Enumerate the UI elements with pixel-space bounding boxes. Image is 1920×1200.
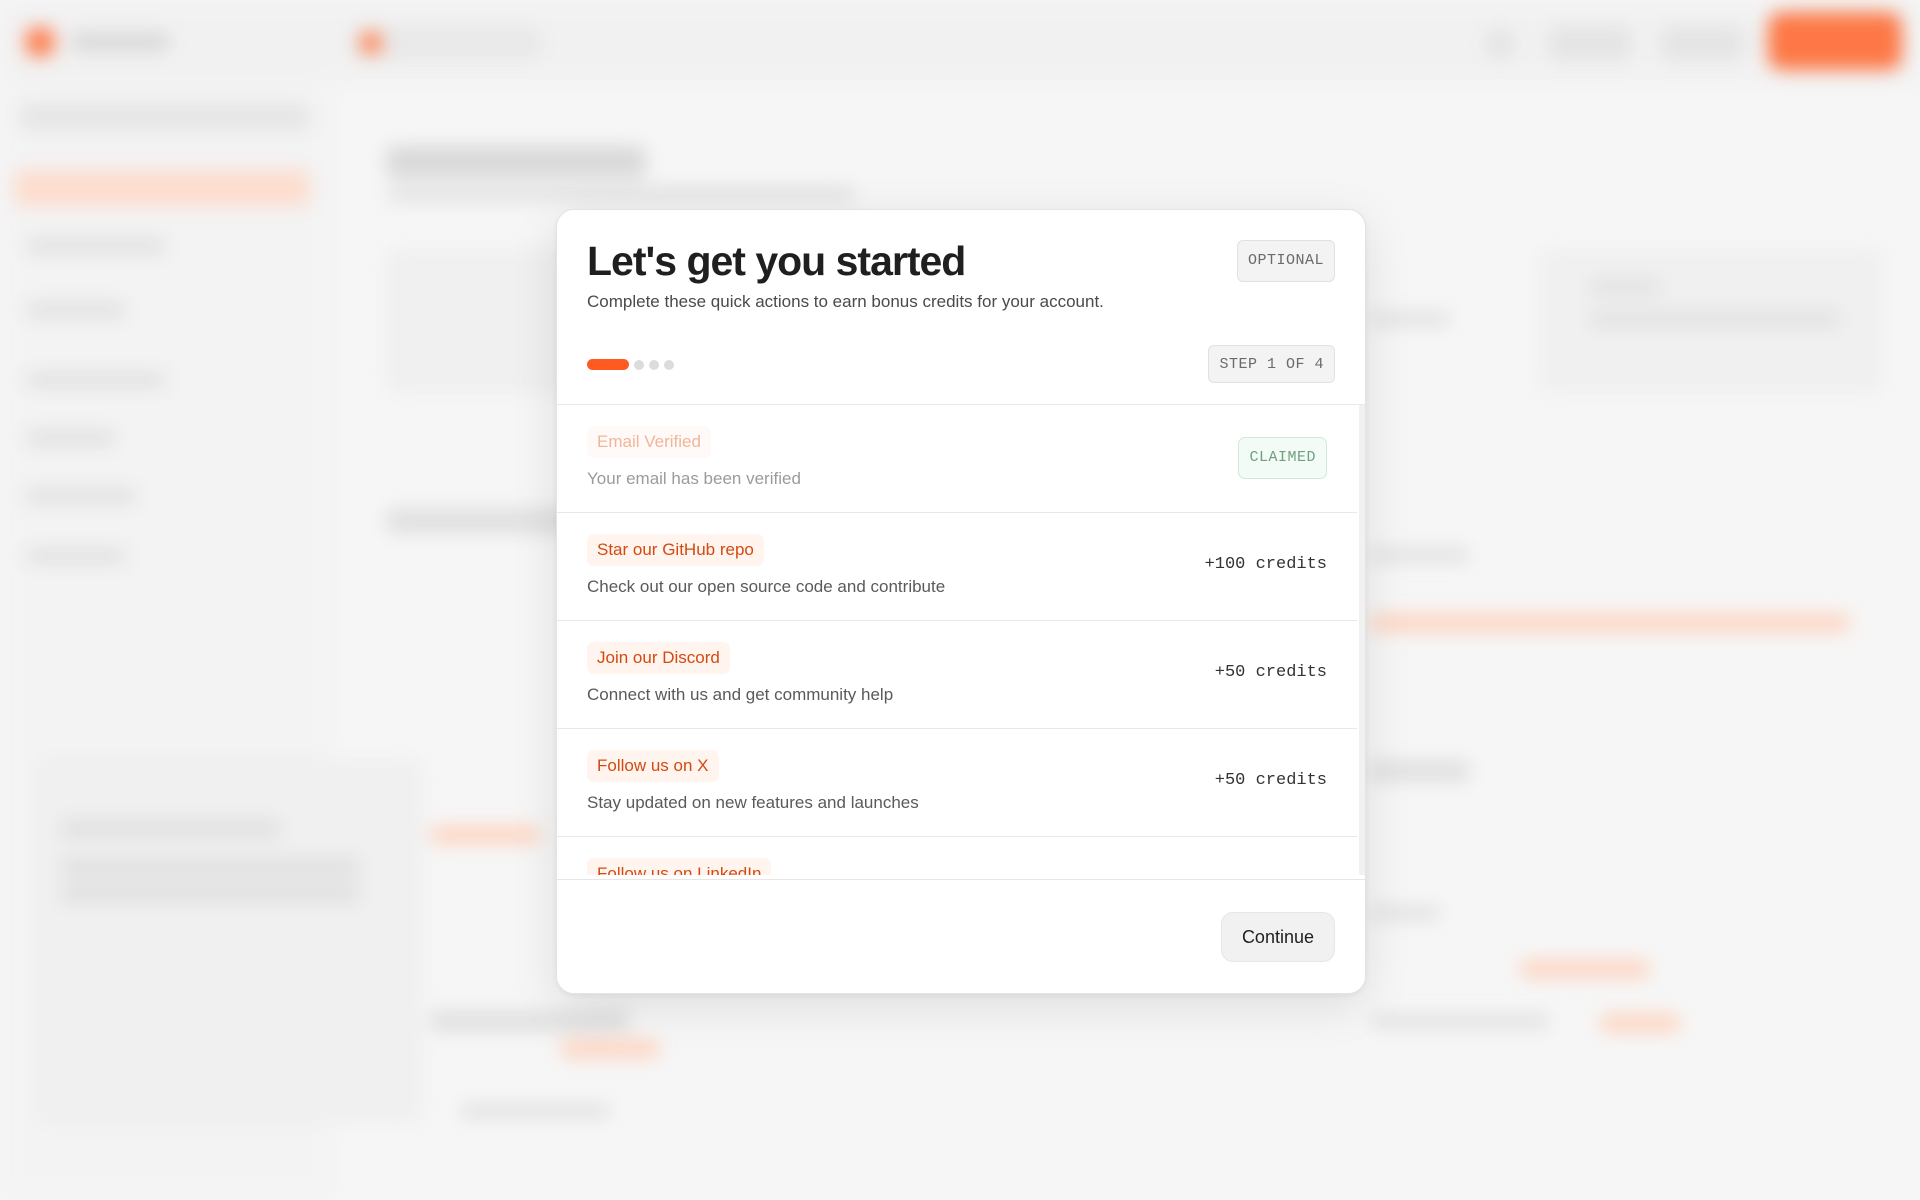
optional-badge: OPTIONAL: [1236, 240, 1335, 282]
background-top-button: [1548, 26, 1632, 60]
background-line: [1520, 960, 1650, 978]
background-line: [1370, 548, 1470, 562]
background-topbar: [0, 0, 1920, 83]
modal-subtitle: Complete these quick actions to earn bon…: [587, 292, 1104, 311]
background-sidebar-item: [26, 238, 166, 254]
task-title[interactable]: Star our GitHub repo: [587, 534, 764, 566]
task-description: Your email has been verified: [587, 469, 801, 488]
background-line: [1370, 906, 1440, 920]
background-line: [1370, 760, 1470, 782]
progress-dot: [664, 359, 674, 370]
background-top-button: [1660, 26, 1744, 60]
task-join-discord[interactable]: Join our Discord Connect with us and get…: [557, 621, 1357, 729]
background-line: [60, 884, 360, 902]
progress-dot-active: [587, 359, 629, 370]
task-list[interactable]: Email Verified Your email has been verif…: [557, 405, 1365, 875]
background-sidebar-search: [20, 104, 310, 130]
help-icon: [1484, 28, 1516, 60]
background-cta-button: [1768, 12, 1902, 70]
project-icon: [360, 32, 382, 54]
background-page-title: [386, 146, 646, 178]
task-email-verified: Email Verified Your email has been verif…: [557, 405, 1357, 513]
background-logo-text: [70, 32, 170, 52]
modal-header: Let's get you started Complete these qui…: [557, 210, 1365, 405]
background-page-subtitle: [386, 186, 856, 202]
background-line: [1590, 280, 1660, 294]
background-line: [430, 1010, 630, 1032]
background-line: [560, 1040, 660, 1058]
background-line: [1590, 312, 1840, 326]
background-sidebar-item: [26, 488, 136, 504]
logo-icon: [26, 28, 54, 56]
background-card: [40, 760, 422, 1122]
background-sidebar-item: [26, 302, 126, 318]
task-description: Check out our open source code and contr…: [587, 577, 946, 596]
background-sidebar-item: [26, 372, 166, 388]
task-description: Stay updated on new features and launche…: [587, 793, 919, 812]
task-reward: +50 credits: [1214, 771, 1327, 790]
background-line: [1600, 1014, 1680, 1032]
task-follow-linkedin[interactable]: Follow us on LinkedIn: [557, 837, 1357, 875]
task-title[interactable]: Join our Discord: [587, 642, 730, 674]
background-line: [1370, 1014, 1550, 1028]
claimed-badge: CLAIMED: [1238, 437, 1327, 479]
background-line: [460, 1104, 610, 1118]
task-title[interactable]: Follow us on X: [587, 750, 719, 782]
task-title: Email Verified: [587, 426, 711, 458]
task-follow-x[interactable]: Follow us on X Stay updated on new featu…: [557, 729, 1357, 837]
background-line: [60, 858, 360, 876]
step-progress-dots: [587, 359, 674, 370]
progress-dot: [649, 359, 659, 370]
step-indicator-badge: STEP 1 OF 4: [1208, 345, 1335, 383]
modal-footer: Continue: [557, 879, 1365, 993]
task-description: Connect with us and get community help: [587, 685, 894, 704]
task-reward: +50 credits: [1214, 663, 1327, 682]
background-sidebar-item: [26, 430, 116, 446]
background-line: [430, 826, 540, 844]
background-sidebar-active-item: [14, 170, 310, 206]
task-reward: +100 credits: [1204, 555, 1327, 574]
modal-title: Let's get you started: [587, 238, 966, 284]
onboarding-modal: Let's get you started Complete these qui…: [556, 209, 1366, 994]
task-title[interactable]: Follow us on LinkedIn: [587, 858, 772, 875]
continue-button[interactable]: Continue: [1220, 912, 1335, 962]
progress-dot: [634, 359, 644, 370]
background-line: [60, 820, 280, 838]
task-github-star[interactable]: Star our GitHub repo Check out our open …: [557, 513, 1357, 621]
background-sidebar-item: [26, 548, 126, 564]
background-line: [1370, 312, 1450, 326]
background-progress: [1370, 614, 1850, 632]
